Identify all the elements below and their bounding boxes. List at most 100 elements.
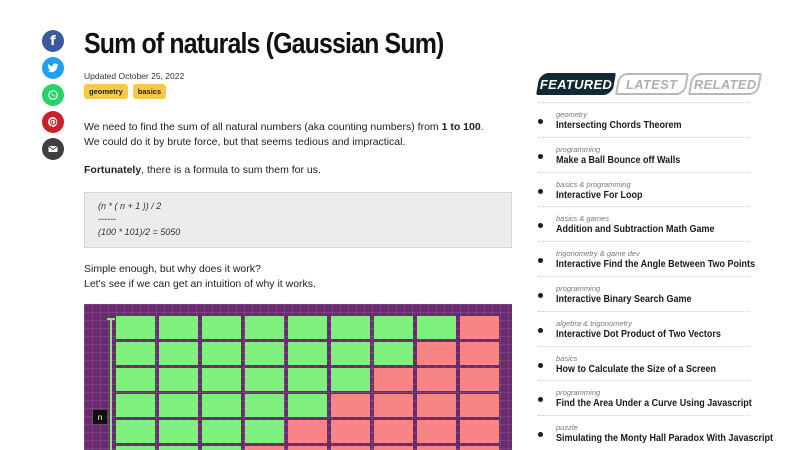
list-item[interactable]: basics & programming Interactive For Loop [538, 173, 750, 208]
page-title: Sum of naturals (Gaussian Sum) [84, 28, 444, 60]
list-item[interactable]: puzzle Simulating the Monty Hall Paradox … [538, 416, 773, 450]
formula-line-1: (n * ( n + 1 )) / 2 [98, 201, 162, 211]
red-block [460, 316, 499, 339]
email-share-button[interactable] [42, 138, 64, 160]
list-item[interactable]: programming Find the Area Under a Curve U… [538, 381, 752, 417]
red-block [460, 342, 499, 365]
bullet-icon [538, 292, 543, 298]
green-block [374, 342, 413, 365]
green-block [245, 368, 284, 391]
item-title-link[interactable]: Find the Area Under a Curve Using Javasc… [556, 398, 752, 409]
list-item[interactable]: geometry Intersecting Chords Theorem [538, 103, 750, 138]
fortunately-bold: Fortunately [84, 164, 142, 176]
item-title-link[interactable]: Interactive For Loop [556, 190, 643, 201]
bullet-icon [538, 397, 543, 403]
tab-latest[interactable]: LATEST [615, 73, 689, 95]
item-category: geometry [556, 110, 588, 119]
green-block [288, 368, 327, 391]
green-block [116, 446, 155, 450]
twitter-icon [47, 63, 59, 73]
tag-basics[interactable]: basics [132, 84, 167, 99]
tag-list: geometry basics [84, 84, 167, 99]
green-block [159, 420, 198, 443]
facebook-icon: f [50, 33, 56, 49]
item-category: algebra & trigonometry [556, 318, 632, 328]
facebook-share-button[interactable]: f [42, 30, 64, 52]
list-item[interactable]: basics & games Addition and Subtraction M… [538, 207, 750, 243]
green-block [288, 342, 327, 365]
red-block [417, 446, 456, 450]
tab-featured[interactable]: FEATURED [536, 73, 616, 95]
green-block [288, 394, 327, 417]
item-title-link[interactable]: Interactive Find the Angle Between Two P… [556, 259, 755, 270]
item-category: programming [556, 283, 601, 293]
intro-line-2: We could do it by brute force, but that … [84, 136, 406, 148]
green-block [159, 342, 198, 365]
red-block [374, 420, 413, 443]
green-block [116, 342, 155, 365]
red-block [331, 394, 370, 417]
tab-related-label: RELATED [693, 76, 757, 92]
list-item[interactable]: programming Interactive Binary Search Gam… [538, 277, 750, 312]
green-block [159, 394, 198, 417]
list-item[interactable]: programming Make a Ball Bounce off Walls [538, 138, 750, 173]
item-title-link[interactable]: Interactive Binary Search Game [556, 294, 692, 305]
bullet-icon [538, 362, 543, 368]
pinterest-share-button[interactable] [42, 111, 64, 133]
green-block [116, 368, 155, 391]
item-title-link[interactable]: How to Calculate the Size of a Screen [556, 364, 716, 375]
green-block [374, 316, 413, 339]
green-block [417, 316, 456, 339]
green-block [245, 420, 284, 443]
green-block [159, 368, 198, 391]
list-item[interactable]: trigonometry & game dev Interactive Find … [538, 242, 755, 277]
item-title-link[interactable]: Intersecting Chords Theorem [556, 120, 682, 131]
bullet-icon [538, 223, 543, 229]
n-axis-line [110, 318, 112, 450]
green-block [331, 342, 370, 365]
red-block [460, 446, 499, 450]
intro-paragraph: We need to find the sum of all natural n… [84, 120, 514, 150]
item-category: basics [556, 353, 578, 363]
item-title-link[interactable]: Addition and Subtraction Math Game [556, 224, 715, 235]
intro-text: We need to find the sum of all natural n… [84, 121, 442, 133]
item-title-link[interactable]: Simulating the Monty Hall Paradox With J… [556, 433, 773, 444]
tag-geometry[interactable]: geometry [84, 84, 128, 99]
formula-block: (n * ( n + 1 )) / 2 ------ (100 * 101)/2… [84, 192, 512, 248]
email-icon [48, 145, 58, 152]
green-block [245, 316, 284, 339]
item-title-link[interactable]: Make a Ball Bounce off Walls [556, 155, 680, 166]
green-block [202, 368, 241, 391]
twitter-share-button[interactable] [42, 57, 64, 79]
pinterest-icon [48, 117, 58, 128]
tab-related[interactable]: RELATED [688, 73, 762, 95]
formula-divider: ------ [98, 214, 116, 224]
green-block [116, 316, 155, 339]
list-item[interactable]: basics How to Calculate the Size of a Scr… [538, 347, 750, 382]
red-block [374, 446, 413, 450]
share-bar: f [42, 30, 64, 165]
list-item[interactable]: algebra & trigonometry Interactive Dot Pr… [538, 312, 750, 347]
whatsapp-icon [48, 90, 58, 100]
intuition-line-2: Let's see if we can get an intuition of … [84, 278, 316, 290]
red-block [374, 394, 413, 417]
red-block [417, 368, 456, 391]
green-block [288, 316, 327, 339]
red-block [288, 420, 327, 443]
bullet-icon [538, 153, 543, 159]
whatsapp-share-button[interactable] [42, 84, 64, 106]
item-category: basics & programming [556, 179, 631, 189]
intro-range: 1 to 100 [441, 121, 481, 133]
item-category: basics & games [556, 214, 609, 224]
green-block [159, 446, 198, 450]
green-block [245, 342, 284, 365]
green-block [245, 394, 284, 417]
formula-line-3: (100 * 101)/2 = 5050 [98, 227, 181, 237]
red-block [417, 394, 456, 417]
red-block [331, 446, 370, 450]
tab-featured-label: FEATURED [539, 76, 613, 92]
red-block [288, 446, 327, 450]
green-block [202, 394, 241, 417]
red-block [460, 420, 499, 443]
item-title-link[interactable]: Interactive Dot Product of Two Vectors [556, 329, 721, 340]
